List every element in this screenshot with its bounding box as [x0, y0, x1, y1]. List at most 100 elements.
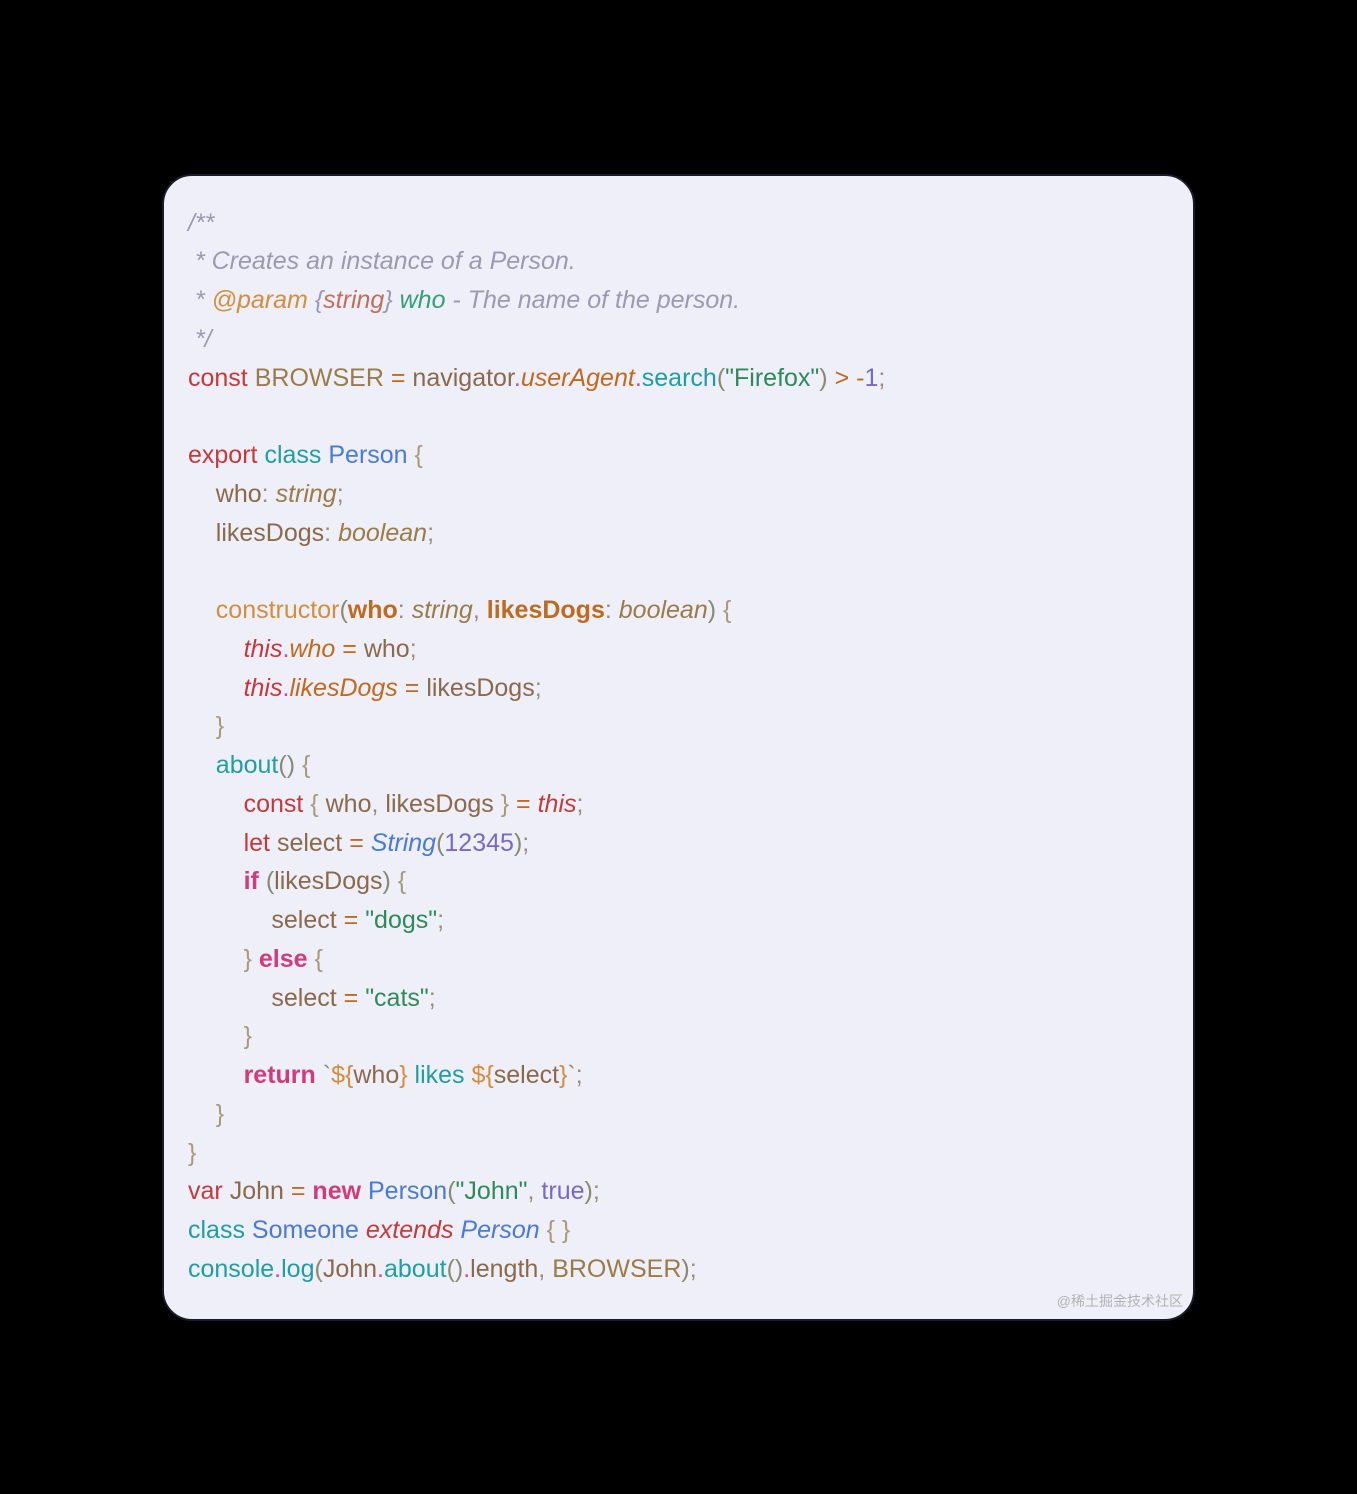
space	[270, 829, 277, 857]
comment-close: */	[188, 325, 212, 353]
comment-text: Creates an instance of a Person.	[212, 247, 576, 275]
type-annotation: boolean	[619, 596, 708, 624]
op-eq: =	[516, 790, 531, 818]
fn-log: log	[281, 1255, 314, 1283]
semicolon: ;	[577, 790, 584, 818]
brace: {	[547, 1216, 555, 1244]
backtick: `	[567, 1061, 575, 1089]
string-literal: "John"	[456, 1177, 528, 1205]
space	[337, 984, 344, 1012]
brace: }	[501, 790, 509, 818]
ident: who	[353, 1061, 399, 1089]
op-eq: =	[349, 829, 364, 857]
ident-navigator: navigator	[412, 364, 513, 392]
semicolon: ;	[690, 1255, 697, 1283]
string-literal: "cats"	[365, 984, 429, 1012]
paren: (	[266, 867, 274, 895]
space	[828, 364, 835, 392]
ident-string: String	[371, 829, 436, 857]
indent	[188, 519, 216, 547]
string-literal: "dogs"	[365, 906, 437, 934]
param-name: who	[348, 596, 398, 624]
op-eq: =	[291, 1177, 306, 1205]
space	[259, 867, 266, 895]
paren: )	[681, 1255, 689, 1283]
class-name: Person	[460, 1216, 539, 1244]
indent	[188, 1022, 244, 1050]
type-annotation: string	[276, 480, 337, 508]
jsdoc-brace: {	[308, 286, 323, 314]
kw-let: let	[244, 829, 270, 857]
code-block: /** * Creates an instance of a Person. *…	[188, 204, 1169, 1289]
dot: .	[514, 364, 521, 392]
paren: (	[447, 1177, 455, 1205]
paren: )	[383, 867, 391, 895]
bool-literal: true	[541, 1177, 584, 1205]
colon: :	[398, 596, 405, 624]
op-eq: =	[405, 674, 420, 702]
indent	[188, 674, 244, 702]
jsdoc-brace: }	[384, 286, 399, 314]
kw-this: this	[538, 790, 577, 818]
const-name: BROWSER	[255, 364, 384, 392]
kw-constructor: constructor	[216, 596, 340, 624]
field-name: who	[216, 480, 262, 508]
brace: {	[302, 751, 310, 779]
brace: }	[216, 1100, 224, 1128]
kw-this: this	[244, 674, 283, 702]
paren: )	[585, 1177, 593, 1205]
semicolon: ;	[427, 519, 434, 547]
kw-return: return	[244, 1061, 316, 1089]
space	[405, 596, 412, 624]
ident: who	[364, 635, 410, 663]
paren: )	[708, 596, 716, 624]
field-name: likesDogs	[216, 519, 324, 547]
method-call: about	[384, 1255, 447, 1283]
space	[408, 441, 415, 469]
kw-else: else	[259, 945, 308, 973]
space	[308, 945, 315, 973]
indent	[188, 480, 216, 508]
space	[540, 1216, 547, 1244]
ident: likesDogs	[274, 867, 382, 895]
indent	[188, 867, 244, 895]
ident: likesDogs	[385, 790, 493, 818]
brace: }	[216, 712, 224, 740]
indent	[188, 1100, 216, 1128]
space	[494, 790, 501, 818]
space	[252, 945, 259, 973]
comment-text: - The name of the person.	[445, 286, 740, 314]
brace: {	[723, 596, 731, 624]
brace: {	[310, 790, 318, 818]
paren: (	[339, 596, 347, 624]
ident: who	[326, 790, 372, 818]
paren: (	[315, 1255, 323, 1283]
brace: }	[244, 1022, 252, 1050]
space	[555, 1216, 562, 1244]
space	[245, 1216, 252, 1244]
ident: likesDogs	[426, 674, 534, 702]
space	[337, 906, 344, 934]
brace: {	[415, 441, 423, 469]
brace: }	[244, 945, 252, 973]
tmpl-open: ${	[472, 1061, 494, 1089]
kw-this: this	[244, 635, 283, 663]
paren: )	[819, 364, 827, 392]
kw-export: export	[188, 441, 257, 469]
const-name: BROWSER	[552, 1255, 681, 1283]
semicolon: ;	[522, 829, 529, 857]
semicolon: ;	[410, 635, 417, 663]
jsdoc-type: string	[323, 286, 384, 314]
class-name: Person	[328, 441, 407, 469]
kw-const: const	[188, 364, 248, 392]
backtick: `	[323, 1061, 331, 1089]
semicolon: ;	[576, 1061, 583, 1089]
op-eq: =	[344, 906, 359, 934]
indent	[188, 1061, 244, 1089]
prop-useragent: userAgent	[521, 364, 635, 392]
number-literal: 12345	[444, 829, 514, 857]
op-gt: >	[835, 364, 850, 392]
type-annotation: boolean	[338, 519, 427, 547]
space	[716, 596, 723, 624]
paren: (	[278, 751, 286, 779]
